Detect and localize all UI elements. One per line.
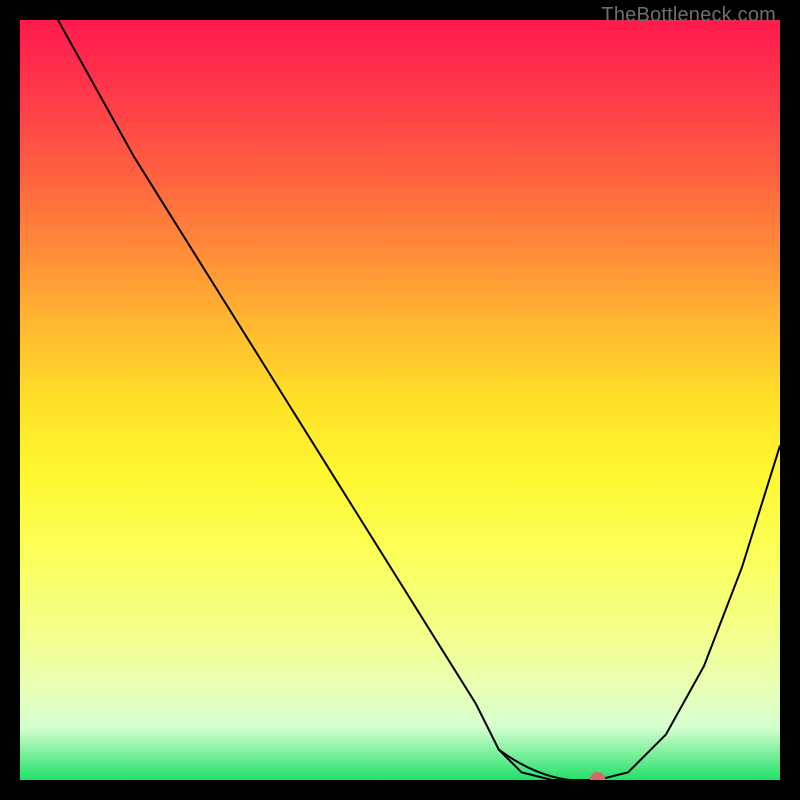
- watermark: TheBottleneck.com: [601, 4, 776, 27]
- bottleneck-gradient-plot: [20, 20, 780, 780]
